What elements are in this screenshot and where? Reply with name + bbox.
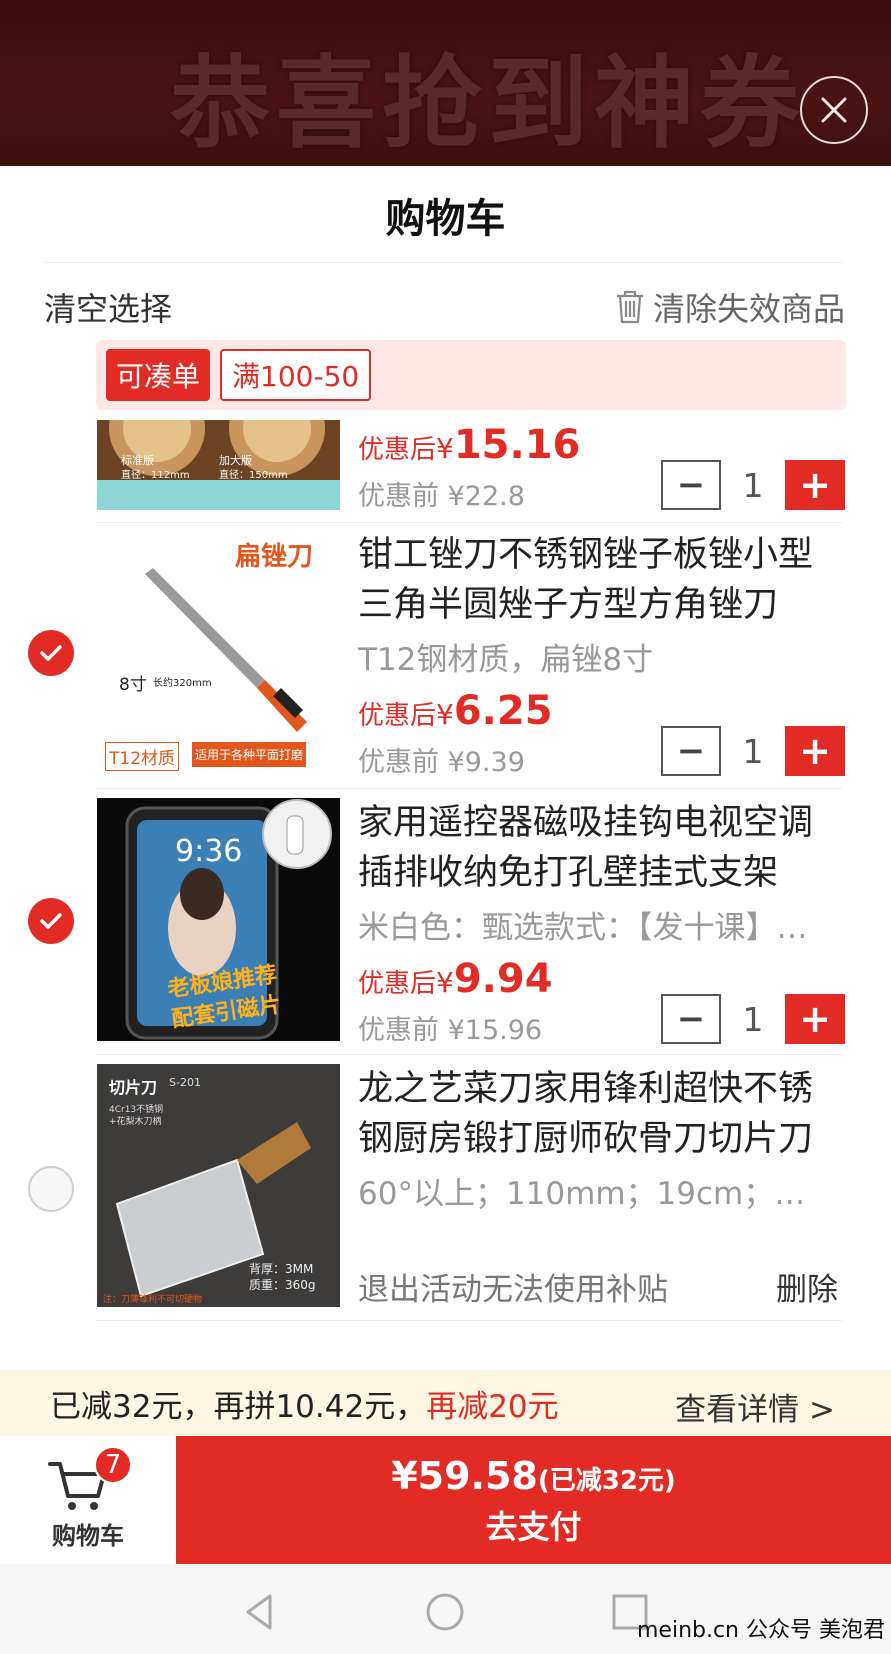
item-thumbnail[interactable]: 切片刀 S-201 4Cr13不锈钢 +花梨木刀柄 背厚：3MM 质重：360g… — [97, 1064, 340, 1307]
system-nav-bar: meinb.cn 公众号 美泡君 — [0, 1564, 891, 1654]
thumb-label: 9:36 — [175, 834, 243, 869]
quantity-stepper: − 1 + — [661, 726, 845, 776]
item-thumbnail[interactable]: 9:36 老板娘推荐 配套引磁片 — [97, 798, 340, 1041]
item-sku[interactable]: 60°以上；110mm；19cm；切片刀 — [358, 1168, 836, 1213]
thumb-label: 质重：360g — [249, 1278, 316, 1292]
divider — [42, 262, 842, 263]
savings-bar: 已减32元，再拼10.42元， 再减20元 查看详情 > — [0, 1370, 891, 1436]
item-checkbox[interactable] — [28, 1166, 74, 1212]
qty-minus-button[interactable]: − — [661, 726, 721, 776]
item-title[interactable]: 钳工锉刀不锈钢锉子板锉小型三角半圆矬子方型方角锉刀 — [358, 530, 828, 630]
clear-selection-button[interactable]: 清空选择 — [44, 284, 172, 330]
thumb-label: 适用于各种平面打磨 — [192, 742, 307, 767]
cart-item: 9:36 老板娘推荐 配套引磁片 家用遥控器磁吸挂钩电视空调插排收纳免打孔壁挂式… — [0, 798, 891, 1048]
cart-item: 切片刀 S-201 4Cr13不锈钢 +花梨木刀柄 背厚：3MM 质重：360g… — [0, 1064, 891, 1314]
qty-minus-button[interactable]: − — [661, 460, 721, 510]
qty-plus-button[interactable]: + — [785, 994, 845, 1044]
cart-count-badge: 7 — [94, 1446, 132, 1484]
qty-minus-button[interactable]: − — [661, 994, 721, 1044]
qty-plus-button[interactable]: + — [785, 460, 845, 510]
price-after: 优惠后¥6.25 — [358, 688, 553, 734]
thumb-label: 直径：112mm — [121, 470, 190, 481]
promo-tag-combine[interactable]: 可凑单 — [106, 349, 211, 401]
pay-total-note: (已减32元) — [537, 1466, 676, 1496]
banner-title: 恭喜抢到神券 — [170, 45, 806, 162]
pay-total-amount: ¥59.58 — [391, 1454, 538, 1498]
thumb-label: 8寸 — [119, 675, 147, 695]
invalid-notice: 退出活动无法使用补贴 — [358, 1272, 668, 1308]
divider — [96, 1320, 842, 1321]
thumb-label: 注：刀薄锋利不可切硬物 — [103, 1295, 203, 1305]
promo-bar: 可凑单 满100-50 — [96, 340, 846, 410]
cart-tab-label: 购物车 — [52, 1522, 124, 1550]
item-checkbox[interactable] — [28, 630, 74, 676]
file-product-image — [145, 568, 307, 732]
divider — [96, 522, 842, 523]
pay-total: ¥59.58(已减32元) — [176, 1454, 891, 1498]
thumb-label: 背厚：3MM — [249, 1262, 314, 1276]
price-before: 优惠前 ¥9.39 — [358, 747, 525, 778]
qty-plus-button[interactable]: + — [785, 726, 845, 776]
pay-label: 去支付 — [485, 1508, 582, 1546]
quantity-stepper: − 1 + — [661, 994, 845, 1044]
qty-value[interactable]: 1 — [721, 466, 785, 505]
savings-highlight: 再减20元 — [426, 1388, 559, 1425]
thumb-label: 切片刀 — [109, 1078, 158, 1097]
check-icon — [40, 645, 62, 661]
check-icon — [40, 913, 62, 929]
item-sku[interactable]: 米白色：甄选款式：【发十课】送磁片 — [358, 902, 836, 947]
price-before: 优惠前 ¥22.8 — [358, 481, 525, 512]
thumb-label: 长约320mm — [153, 678, 212, 689]
coupon-banner: 恭喜抢到神券 — [0, 0, 891, 166]
delete-button[interactable]: 删除 — [776, 1264, 838, 1309]
sheet-title: 购物车 — [385, 196, 506, 242]
checkout-bar: 7 购物车 ¥59.58(已减32元) 去支付 — [0, 1436, 891, 1564]
close-button[interactable] — [800, 76, 868, 144]
thumb-label: +花梨木刀柄 — [109, 1117, 162, 1127]
thumb-label: S-201 — [169, 1076, 201, 1089]
remove-invalid-label: 清除失效商品 — [652, 290, 845, 328]
item-thumbnail[interactable]: 扁锉刀 8寸 长约320mm T12材质 适用于各种平面打磨 — [97, 530, 340, 773]
watermark: meinb.cn 公众号 美泡君 — [636, 1618, 885, 1643]
price-before: 优惠前 ¥15.96 — [358, 1015, 543, 1046]
nav-home-icon[interactable] — [423, 1590, 467, 1634]
item-title[interactable]: 家用遥控器磁吸挂钩电视空调插排收纳免打孔壁挂式支架 — [358, 798, 828, 898]
view-details-link[interactable]: 查看详情 > — [675, 1384, 835, 1429]
trash-icon — [616, 290, 643, 324]
promo-tag-threshold: 满100-50 — [220, 349, 372, 401]
thumb-label: T12材质 — [105, 742, 180, 771]
item-title[interactable]: 龙之艺菜刀家用锋利超快不锈钢厨房锻打厨师砍骨刀切片刀 — [358, 1064, 828, 1164]
item-checkbox[interactable] — [28, 898, 74, 944]
thumb-label: 直径：150mm — [219, 470, 288, 481]
divider — [96, 1054, 842, 1055]
item-sku[interactable]: T12钢材质，扁锉8寸 — [358, 634, 836, 679]
nav-back-icon[interactable] — [238, 1590, 282, 1634]
item-thumbnail[interactable]: 标准版 直径：112mm 加大版 直径：150mm — [97, 420, 340, 510]
quantity-stepper: − 1 + — [661, 460, 845, 510]
close-icon — [821, 97, 847, 123]
qty-value[interactable]: 1 — [721, 1000, 785, 1039]
savings-text: 已减32元，再拼10.42元， — [50, 1388, 427, 1425]
cart-tab[interactable]: 7 购物车 — [0, 1436, 176, 1564]
cart-item: 扁锉刀 8寸 长约320mm T12材质 适用于各种平面打磨 钳工锉刀不锈钢锉子… — [0, 530, 891, 780]
pay-button[interactable]: ¥59.58(已减32元) 去支付 — [176, 1436, 891, 1564]
qty-value[interactable]: 1 — [721, 732, 785, 771]
price-after: 优惠后¥15.16 — [358, 422, 581, 468]
cart-item: 标准版 直径：112mm 加大版 直径：150mm 优惠后¥15.16 优惠前 … — [0, 420, 891, 512]
divider — [96, 788, 842, 789]
price-after: 优惠后¥9.94 — [358, 956, 553, 1002]
remove-invalid-button[interactable]: 清除失效商品 — [615, 284, 845, 330]
